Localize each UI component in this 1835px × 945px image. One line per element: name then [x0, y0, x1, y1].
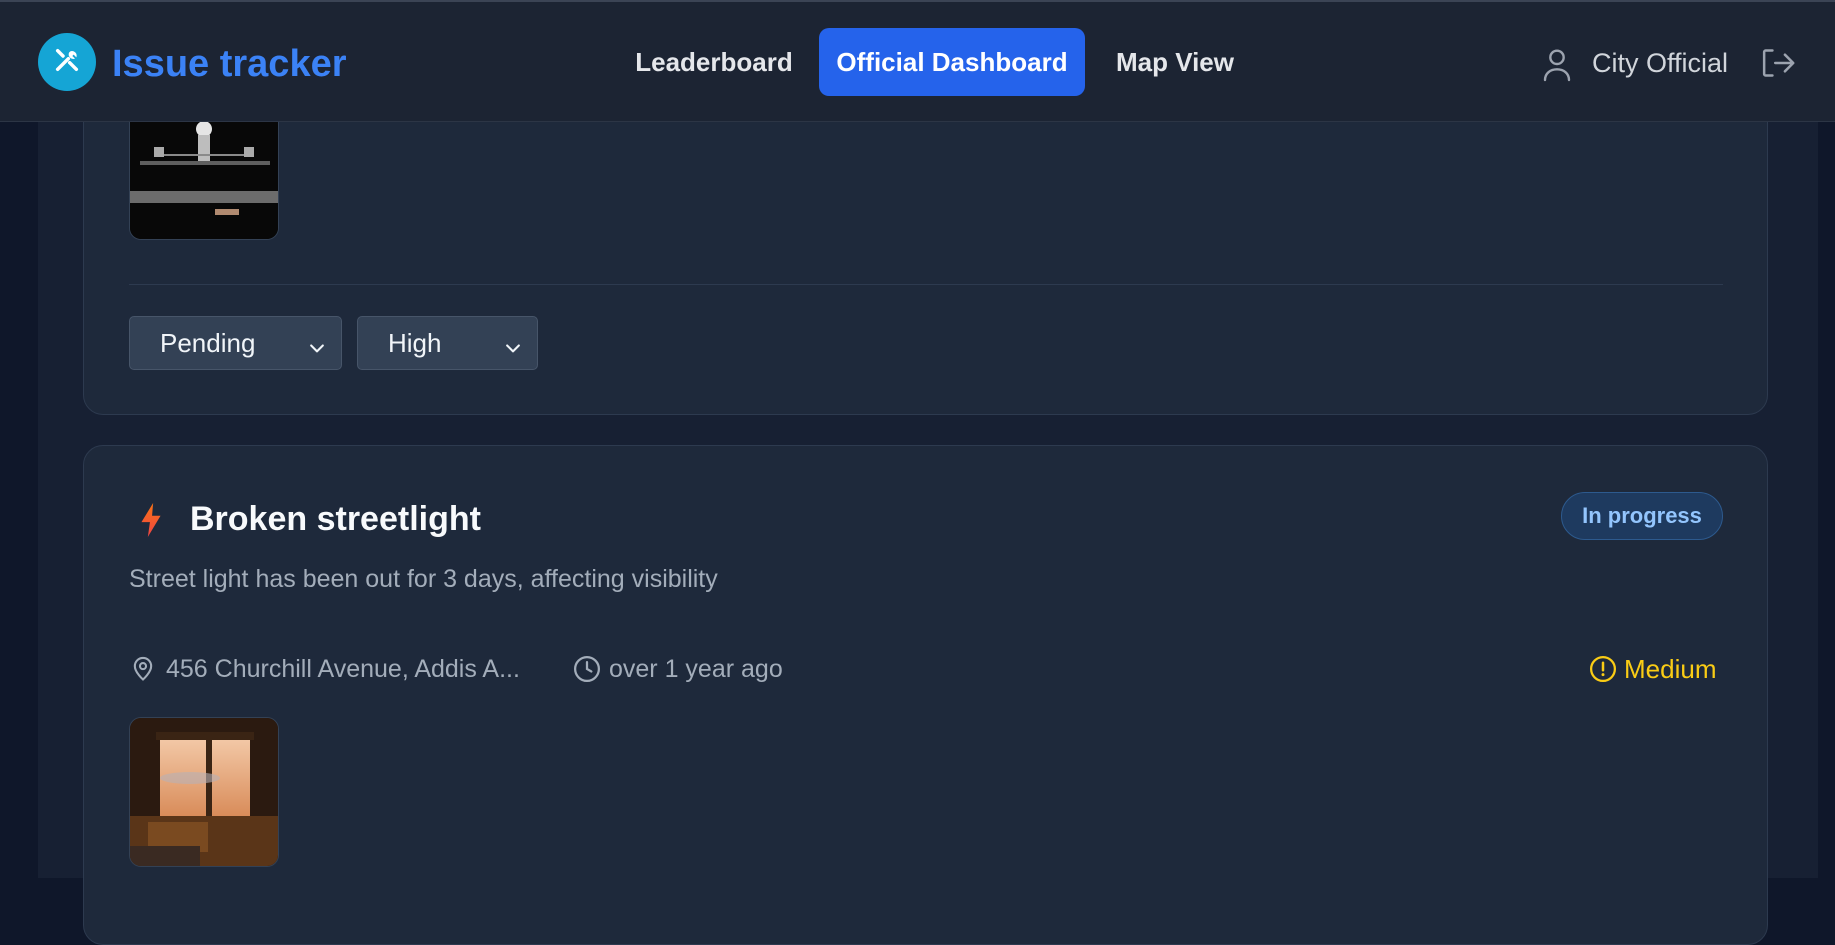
logout-icon[interactable]: [1760, 46, 1796, 85]
bolt-icon: [138, 502, 164, 543]
chevron-down-icon: [503, 334, 523, 365]
logo[interactable]: [38, 33, 96, 91]
issue-description: Street light has been out for 3 days, af…: [129, 565, 718, 593]
chevron-down-icon: [307, 334, 327, 365]
map-pin-icon: [129, 654, 157, 689]
status-select[interactable]: Pending: [129, 316, 342, 370]
nav-official-dashboard[interactable]: Official Dashboard: [819, 28, 1085, 96]
user-icon: [1541, 46, 1573, 87]
card-divider: [129, 284, 1723, 285]
app-title[interactable]: Issue tracker: [112, 42, 347, 86]
issue-title: Broken streetlight: [190, 500, 481, 538]
status-select-value: Pending: [160, 327, 256, 358]
issue-time: over 1 year ago: [609, 655, 783, 683]
top-navbar: Issue tracker Leaderboard Official Dashb…: [0, 2, 1835, 122]
tools-icon: [51, 44, 83, 81]
priority-select-value: High: [388, 327, 442, 358]
priority-select[interactable]: High: [357, 316, 538, 370]
nav-leaderboard[interactable]: Leaderboard: [620, 28, 808, 96]
clock-icon: [572, 654, 602, 689]
status-badge: In progress: [1561, 492, 1723, 540]
nav-map-view[interactable]: Map View: [1096, 28, 1254, 96]
issue-photo-thumbnail[interactable]: [129, 717, 279, 867]
issue-location: 456 Churchill Avenue, Addis A...: [166, 655, 520, 683]
user-name: City Official: [1592, 48, 1729, 78]
priority-label: Medium: [1624, 654, 1717, 684]
alert-circle-icon: [1588, 654, 1618, 689]
